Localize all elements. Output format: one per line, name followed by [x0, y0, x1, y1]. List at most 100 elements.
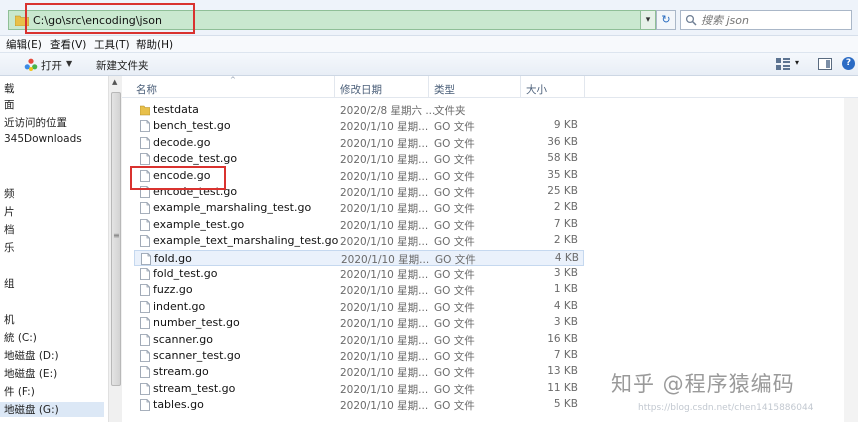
- file-type: GO 文件: [434, 121, 475, 134]
- column-divider[interactable]: [428, 76, 429, 98]
- file-row[interactable]: encode.go 2020/1/10 星期... GO 文件 35 KB: [134, 168, 584, 184]
- open-label: 打开: [41, 60, 62, 72]
- file-size: 16 KB: [547, 332, 578, 345]
- file-icon: [140, 186, 150, 198]
- file-row[interactable]: example_text_marshaling_test.go 2020/1/10…: [134, 233, 584, 249]
- nav-scroll-thumb[interactable]: [111, 92, 121, 386]
- file-icon: [140, 120, 150, 133]
- nav-item[interactable]: 地磁盘 (D:): [4, 348, 59, 363]
- nav-item[interactable]: 频: [4, 186, 15, 201]
- nav-item[interactable]: 地磁盘 (E:): [4, 366, 57, 381]
- column-header-date[interactable]: 修改日期: [340, 82, 382, 97]
- file-icon: [140, 268, 150, 280]
- search-box[interactable]: [680, 10, 852, 30]
- menu-view[interactable]: 查看(V): [50, 37, 86, 52]
- file-icon: [140, 300, 150, 313]
- address-path[interactable]: C:\go\src\encoding\json: [33, 14, 162, 27]
- sort-indicator-icon: ^: [230, 76, 236, 84]
- nav-item[interactable]: 件 (F:): [4, 384, 35, 399]
- nav-item[interactable]: 档: [4, 222, 15, 237]
- nav-item[interactable]: 乐: [4, 240, 15, 255]
- file-row[interactable]: scanner_test.go 2020/1/10 星期... GO 文件 7 KB: [134, 348, 584, 364]
- file-name: stream.go: [153, 365, 209, 379]
- file-name: scanner_test.go: [153, 349, 241, 362]
- file-name: bench_test.go: [153, 119, 231, 133]
- address-dropdown-button[interactable]: ▾: [640, 10, 656, 30]
- file-row[interactable]: encode_test.go 2020/1/10 星期... GO 文件 25 KB: [134, 184, 584, 200]
- file-row[interactable]: scanner.go 2020/1/10 星期... GO 文件 16 KB: [134, 332, 584, 348]
- file-type: 文件夹: [434, 105, 466, 117]
- toolbar: 打开 ▼ 新建文件夹 ▾ ?: [0, 52, 858, 76]
- file-date: 2020/1/10 星期...: [340, 219, 429, 232]
- file-size: 7 KB: [553, 217, 578, 230]
- view-dropdown-arrow[interactable]: ▾: [795, 58, 799, 67]
- preview-pane-icon[interactable]: [818, 58, 832, 70]
- file-row[interactable]: decode.go 2020/1/10 星期... GO 文件 36 KB: [134, 135, 584, 151]
- address-bar[interactable]: C:\go\src\encoding\json: [8, 10, 654, 30]
- menu-tools[interactable]: 工具(T): [94, 37, 130, 52]
- file-row[interactable]: decode_test.go 2020/1/10 星期... GO 文件 58 KB: [134, 151, 584, 167]
- file-date: 2020/1/10 星期...: [340, 285, 429, 298]
- file-size: 4 KB: [553, 299, 578, 312]
- file-icon: [141, 252, 151, 265]
- file-size: 5 KB: [553, 398, 578, 411]
- nav-item[interactable]: 片: [4, 204, 15, 219]
- menu-edit[interactable]: 编辑(E): [6, 37, 42, 52]
- new-folder-button[interactable]: 新建文件夹: [96, 58, 149, 73]
- file-row[interactable]: stream_test.go 2020/1/10 星期... GO 文件 11 KB: [134, 381, 584, 397]
- file-name: encode.go: [153, 168, 211, 182]
- file-date: 2020/1/10 星期...: [340, 236, 429, 249]
- column-divider[interactable]: [584, 76, 585, 98]
- file-date: 2020/1/10 星期...: [340, 170, 429, 183]
- file-row[interactable]: fold.go 2020/1/10 星期... GO 文件 4 KB: [134, 249, 584, 266]
- file-name: tables.go: [153, 398, 204, 412]
- menu-help[interactable]: 帮助(H): [136, 37, 173, 52]
- nav-item[interactable]: 面: [4, 97, 15, 112]
- file-date: 2020/1/10 星期...: [340, 301, 429, 314]
- file-row[interactable]: bench_test.go 2020/1/10 星期... GO 文件 9 KB: [134, 118, 584, 134]
- file-row[interactable]: stream.go 2020/1/10 星期... GO 文件 13 KB: [134, 364, 584, 380]
- address-row: C:\go\src\encoding\json ▾ ↻: [0, 0, 858, 36]
- column-header-size[interactable]: 大小: [526, 82, 547, 97]
- file-row[interactable]: example_marshaling_test.go 2020/1/10 星期..…: [134, 200, 584, 216]
- file-type: GO 文件: [434, 285, 475, 298]
- nav-item[interactable]: 载: [4, 81, 15, 96]
- file-row[interactable]: tables.go 2020/1/10 星期... GO 文件 5 KB: [134, 397, 584, 413]
- nav-item[interactable]: 345Downloads: [4, 133, 82, 145]
- file-icon: [140, 169, 150, 182]
- column-header-name[interactable]: 名称: [136, 82, 157, 97]
- file-type: GO 文件: [434, 154, 475, 167]
- nav-item[interactable]: 地磁盘 (G:): [0, 402, 104, 417]
- file-row[interactable]: testdata 2020/2/8 星期六 ... 文件夹: [134, 102, 584, 118]
- file-list-scrollbar[interactable]: [844, 98, 858, 422]
- nav-item[interactable]: 机: [4, 312, 15, 327]
- search-input[interactable]: [701, 13, 849, 27]
- help-icon[interactable]: ?: [842, 57, 855, 70]
- column-header-type[interactable]: 类型: [434, 82, 455, 97]
- file-type: GO 文件: [434, 219, 475, 232]
- nav-item[interactable]: 组: [4, 276, 15, 291]
- file-row[interactable]: fuzz.go 2020/1/10 星期... GO 文件 1 KB: [134, 282, 584, 298]
- file-row[interactable]: example_test.go 2020/1/10 星期... GO 文件 7 KB: [134, 217, 584, 233]
- file-type: GO 文件: [434, 236, 475, 249]
- view-options-icon[interactable]: [776, 58, 790, 70]
- column-divider[interactable]: [334, 76, 335, 98]
- refresh-button[interactable]: ↻: [656, 10, 676, 30]
- file-icon: [140, 382, 150, 395]
- nav-scrollbar[interactable]: ▲: [108, 76, 122, 422]
- column-header-row: ^ 名称 修改日期 类型 大小: [122, 76, 858, 98]
- file-name: scanner.go: [153, 332, 213, 346]
- file-size: 11 KB: [547, 381, 578, 394]
- file-date: 2020/1/10 星期...: [340, 383, 429, 396]
- file-row[interactable]: number_test.go 2020/1/10 星期... GO 文件 3 KB: [134, 315, 584, 331]
- nav-item[interactable]: 統 (C:): [4, 330, 37, 345]
- scroll-up-icon[interactable]: ▲: [112, 78, 117, 86]
- file-name: fold.go: [154, 251, 192, 265]
- nav-item[interactable]: 近访问的位置: [4, 115, 67, 130]
- file-size: 2 KB: [553, 201, 578, 214]
- file-row[interactable]: indent.go 2020/1/10 星期... GO 文件 4 KB: [134, 299, 584, 315]
- file-type: GO 文件: [434, 400, 475, 413]
- column-divider[interactable]: [520, 76, 521, 98]
- file-type: GO 文件: [434, 137, 475, 150]
- file-row[interactable]: fold_test.go 2020/1/10 星期... GO 文件 3 KB: [134, 266, 584, 282]
